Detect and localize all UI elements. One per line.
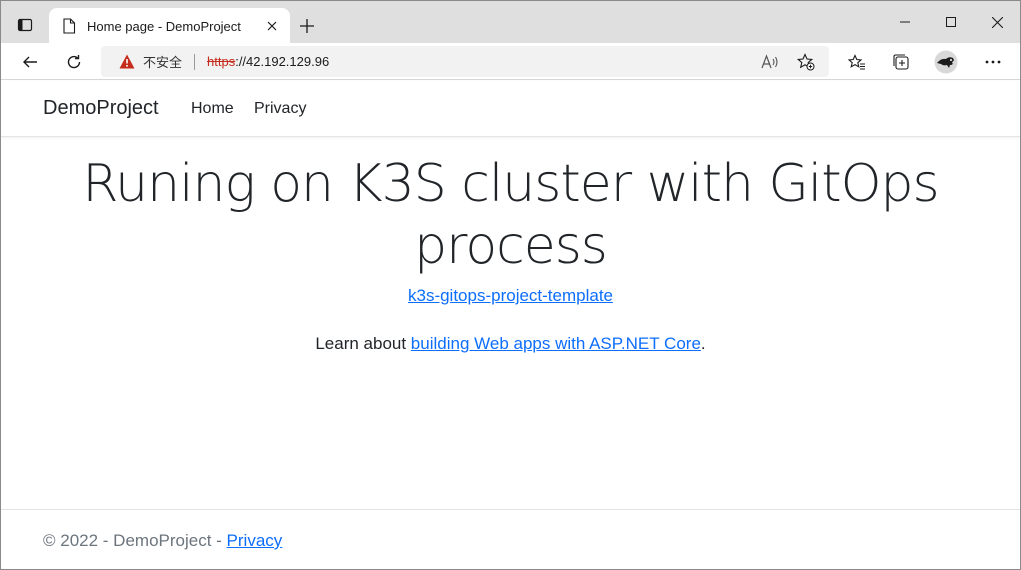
learn-prefix: Learn about bbox=[315, 334, 411, 353]
footer-text: © 2022 - DemoProject - Privacy bbox=[43, 531, 282, 551]
browser-toolbar: 不安全 https://42.192.129.96 bbox=[1, 43, 1020, 80]
settings-menu-button[interactable] bbox=[978, 47, 1008, 77]
star-add-icon bbox=[797, 53, 815, 71]
close-window-button[interactable] bbox=[974, 1, 1020, 43]
back-button[interactable] bbox=[15, 47, 45, 77]
favorites-icon bbox=[848, 54, 865, 70]
learn-suffix: . bbox=[700, 334, 706, 353]
learn-paragraph: Learn about building Web apps with ASP.N… bbox=[1, 334, 1020, 354]
active-tab[interactable]: Home page - DemoProject bbox=[49, 8, 290, 44]
browser-window: Home page - DemoProject 不安全 https://42.1… bbox=[0, 0, 1021, 570]
address-bar[interactable]: 不安全 https://42.192.129.96 bbox=[101, 46, 829, 77]
aspnet-docs-link[interactable]: building Web apps with ASP.NET Core bbox=[411, 334, 701, 353]
tab-actions-button[interactable] bbox=[11, 11, 39, 39]
repo-link-row: k3s-gitops-project-template bbox=[1, 286, 1020, 306]
url-text[interactable]: https://42.192.129.96 bbox=[207, 54, 329, 69]
heading-line-1: Runing on K3S cluster with GitOps bbox=[82, 154, 939, 214]
plus-icon bbox=[300, 19, 314, 33]
insecure-label[interactable]: 不安全 bbox=[143, 52, 182, 71]
close-icon bbox=[991, 16, 1003, 28]
back-arrow-icon bbox=[23, 56, 37, 68]
tab-title: Home page - DemoProject bbox=[87, 18, 241, 34]
maximize-icon bbox=[946, 17, 956, 27]
collections-icon bbox=[893, 54, 909, 70]
warning-icon[interactable] bbox=[119, 54, 135, 70]
avatar bbox=[934, 50, 958, 74]
repo-link[interactable]: k3s-gitops-project-template bbox=[408, 286, 613, 305]
collections-button[interactable] bbox=[886, 47, 916, 77]
refresh-icon bbox=[67, 55, 81, 69]
footer-copyright: © 2022 - DemoProject - bbox=[43, 531, 227, 550]
web-page: DemoProject Home Privacy Runing on K3S c… bbox=[1, 81, 1020, 569]
read-aloud-icon bbox=[761, 54, 778, 69]
url-host: ://42.192.129.96 bbox=[235, 54, 330, 69]
profile-button[interactable] bbox=[931, 47, 961, 77]
refresh-button[interactable] bbox=[59, 47, 89, 77]
more-options-icon bbox=[985, 60, 1001, 64]
add-favorite-button[interactable] bbox=[792, 48, 820, 76]
footer-privacy-link[interactable]: Privacy bbox=[227, 531, 283, 550]
site-brand-link[interactable]: DemoProject bbox=[43, 97, 159, 120]
address-separator bbox=[194, 53, 196, 70]
minimize-button[interactable] bbox=[882, 1, 928, 43]
heading-line-2: process bbox=[414, 216, 608, 276]
site-navbar: DemoProject Home Privacy bbox=[1, 81, 1020, 137]
minimize-icon bbox=[900, 21, 910, 23]
page-heading: Runing on K3S cluster with GitOps proces… bbox=[1, 153, 1020, 277]
new-tab-button[interactable] bbox=[293, 12, 321, 40]
favorites-button[interactable] bbox=[842, 47, 872, 77]
page-icon bbox=[61, 18, 77, 34]
maximize-button[interactable] bbox=[928, 1, 974, 43]
site-footer: © 2022 - DemoProject - Privacy bbox=[1, 509, 1020, 569]
tab-actions-icon bbox=[17, 18, 33, 32]
close-tab-icon[interactable] bbox=[258, 12, 286, 40]
nav-privacy-link[interactable]: Privacy bbox=[254, 100, 306, 118]
tab-strip: Home page - DemoProject bbox=[1, 1, 1020, 44]
nav-home-link[interactable]: Home bbox=[191, 100, 234, 118]
read-aloud-button[interactable] bbox=[756, 48, 784, 76]
url-scheme: https bbox=[207, 54, 236, 69]
